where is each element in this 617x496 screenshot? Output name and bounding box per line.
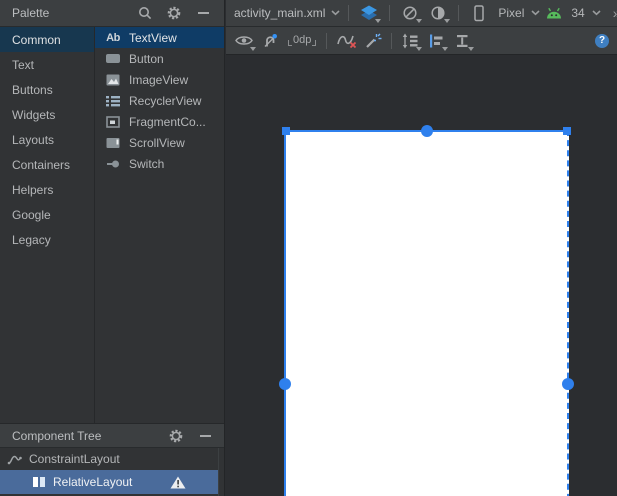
palette-category-buttons[interactable]: Buttons <box>0 77 94 102</box>
constraint-anchor-top[interactable] <box>420 125 433 137</box>
palette-item-textview[interactable]: Ab TextView <box>95 27 224 48</box>
palette-item-imageview[interactable]: ImageView <box>95 69 224 90</box>
view-options-eye-icon[interactable] <box>232 30 256 52</box>
selection-handle-top-right[interactable] <box>563 127 571 135</box>
divider <box>326 32 328 49</box>
palette-category-layouts[interactable]: Layouts <box>0 127 94 152</box>
file-tab[interactable]: activity_main.xml <box>234 6 325 20</box>
device-phone-icon[interactable] <box>467 2 491 24</box>
autoconnect-magnet-icon[interactable] <box>258 30 282 52</box>
device-chevron-icon[interactable] <box>531 10 540 16</box>
layout-editor-window: Palette Common Text Buttons Widgets Layo… <box>0 0 617 496</box>
warning-icon-glyph <box>170 476 186 488</box>
minimize-icon[interactable] <box>196 427 214 445</box>
warning-icon[interactable] <box>170 476 186 489</box>
device-screen-selected-layout[interactable] <box>279 125 574 496</box>
palette-category-containers[interactable]: Containers <box>0 152 94 177</box>
palette-category-text[interactable]: Text <box>0 52 94 77</box>
palette-item-switch[interactable]: Switch <box>95 153 224 174</box>
ui-mode-icon[interactable] <box>426 2 451 24</box>
palette-header-actions <box>136 4 212 22</box>
palette-category-google[interactable]: Google <box>0 202 94 227</box>
phone-icon-glyph <box>474 4 485 21</box>
divider <box>391 32 393 49</box>
wand-icon-glyph <box>366 33 382 48</box>
divider <box>458 5 460 21</box>
component-tree-title: Component Tree <box>12 428 102 443</box>
help-icon[interactable]: ? <box>595 33 609 48</box>
constraintlayout-icon <box>7 453 23 466</box>
tree-item-relativelayout[interactable]: RelativeLayout <box>0 470 218 494</box>
gear-icon[interactable] <box>167 427 185 445</box>
palette-item-recyclerview[interactable]: RecyclerView <box>95 90 224 111</box>
design-canvas[interactable] <box>226 55 617 496</box>
left-panel: Palette Common Text Buttons Widgets Layo… <box>0 0 225 496</box>
tree-item-constraintlayout[interactable]: ConstraintLayout <box>0 448 224 470</box>
device-selector[interactable]: Pixel <box>498 6 524 20</box>
clear-constraints-icon[interactable] <box>333 30 359 52</box>
orientation-icon[interactable] <box>398 2 423 24</box>
infer-constraints-wand-icon[interactable] <box>361 30 385 52</box>
guidelines-icon-glyph <box>456 34 468 47</box>
component-tree-actions <box>167 427 214 445</box>
minimize-icon[interactable] <box>194 4 212 22</box>
recyclerview-icon <box>105 95 121 107</box>
top-toolbar: activity_main.xml Pixel 34 <box>226 0 617 27</box>
divider <box>389 5 391 21</box>
android-api-icon[interactable] <box>544 2 564 24</box>
palette-category-helpers[interactable]: Helpers <box>0 177 94 202</box>
palette-item-scrollview[interactable]: ScrollView <box>95 132 224 153</box>
relativelayout-icon <box>31 476 47 488</box>
align-icon[interactable] <box>424 30 449 52</box>
switch-icon <box>105 159 121 169</box>
file-tab-chevron-icon[interactable] <box>331 10 340 16</box>
default-margin-button[interactable]: 0dp <box>284 34 320 48</box>
api-level-selector[interactable]: 34 <box>571 6 584 20</box>
design-surface-layers-icon[interactable] <box>357 2 382 24</box>
palette-item-fragmentcontainerview[interactable]: FragmentCo... <box>95 111 224 132</box>
palette-item-button[interactable]: Button <box>95 48 224 69</box>
guidelines-icon[interactable] <box>450 30 475 52</box>
palette-category-legacy[interactable]: Legacy <box>0 227 94 252</box>
component-tree-header: Component Tree <box>0 423 224 448</box>
design-toolbar: 0dp ? <box>226 27 617 55</box>
editor-area: activity_main.xml Pixel 34 0dp ? <box>226 0 617 496</box>
magnet-icon-glyph <box>264 33 277 47</box>
align-icon-glyph <box>430 34 443 47</box>
textview-ab-icon: Ab <box>106 31 120 44</box>
toolbar-overflow-chevrons[interactable]: » <box>605 5 617 21</box>
palette-category-widgets[interactable]: Widgets <box>0 102 94 127</box>
palette-category-common[interactable]: Common <box>0 27 94 52</box>
palette-body: Common Text Buttons Widgets Layouts Cont… <box>0 27 224 423</box>
constraint-anchor-left[interactable] <box>279 378 291 390</box>
constraint-anchor-right[interactable] <box>562 378 574 390</box>
palette-title: Palette <box>12 6 50 20</box>
eye-icon-glyph <box>235 36 253 45</box>
palette-category-list: Common Text Buttons Widgets Layouts Cont… <box>0 27 95 423</box>
api-chevron-icon[interactable] <box>592 10 601 16</box>
pack-icon[interactable] <box>398 30 423 52</box>
android-icon-glyph <box>547 7 562 18</box>
scrollview-icon <box>105 137 121 149</box>
palette-header: Palette <box>0 0 224 27</box>
search-icon-glyph <box>139 7 152 20</box>
gear-icon-glyph <box>167 6 181 20</box>
palette-item-list: Ab TextView Button ImageView RecyclerVie… <box>95 27 224 423</box>
search-icon[interactable] <box>136 4 154 22</box>
component-tree: ConstraintLayout RelativeLayout <box>0 448 224 496</box>
fragment-container-icon <box>105 115 121 128</box>
gear-icon[interactable] <box>165 4 183 22</box>
divider <box>348 5 350 21</box>
clear-constraints-glyph <box>337 35 356 49</box>
button-icon <box>105 54 121 63</box>
gear-icon-glyph <box>169 429 183 442</box>
selection-handle-top-left[interactable] <box>282 127 290 135</box>
imageview-icon <box>105 74 121 86</box>
